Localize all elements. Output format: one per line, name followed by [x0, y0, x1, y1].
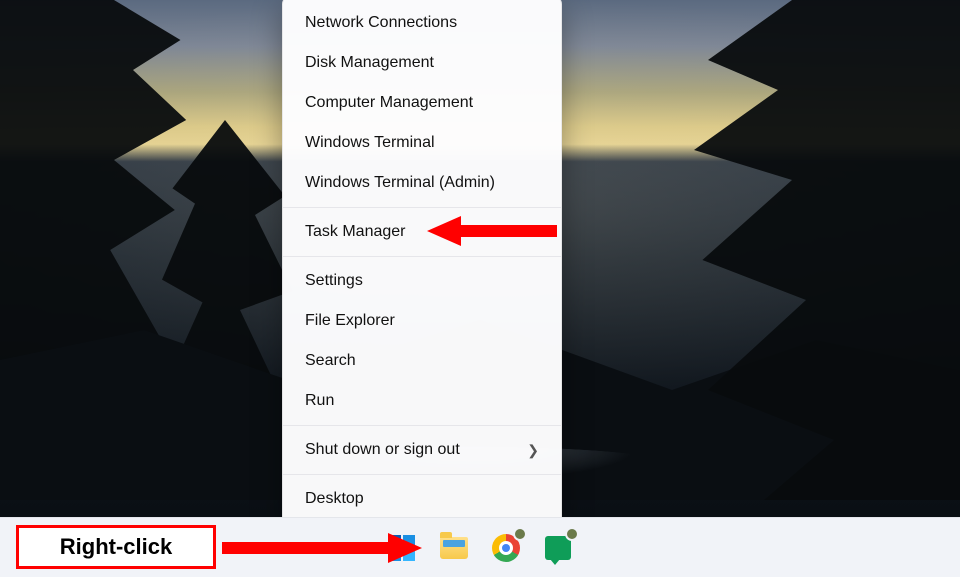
menu-item-desktop[interactable]: Desktop	[283, 479, 561, 519]
menu-item-disk-management[interactable]: Disk Management	[283, 43, 561, 83]
menu-item-shut-down-or-sign-out[interactable]: Shut down or sign out ❯	[283, 430, 561, 470]
annotation-text: Right-click	[60, 534, 172, 560]
annotation-arrow-task-manager	[425, 216, 557, 244]
menu-item-label: Disk Management	[305, 54, 434, 72]
menu-item-label: File Explorer	[305, 312, 395, 330]
menu-item-network-connections[interactable]: Network Connections	[283, 3, 561, 43]
chevron-right-icon: ❯	[527, 442, 539, 459]
menu-item-label: Windows Terminal (Admin)	[305, 174, 495, 192]
menu-item-run[interactable]: Run	[283, 381, 561, 421]
menu-item-label: Shut down or sign out	[305, 441, 460, 459]
taskbar-google-chat[interactable]	[541, 531, 575, 565]
profile-badge-icon	[513, 527, 527, 541]
annotation-arrow-start-button	[222, 533, 422, 563]
menu-item-label: Desktop	[305, 490, 364, 508]
taskbar-chrome[interactable]	[489, 531, 523, 565]
arrow-head-icon	[427, 216, 461, 246]
desktop: Network Connections Disk Management Comp…	[0, 0, 960, 577]
menu-item-label: Task Manager	[305, 223, 406, 241]
folder-icon	[440, 537, 468, 559]
taskbar-file-explorer[interactable]	[437, 531, 471, 565]
menu-separator	[283, 474, 561, 475]
menu-item-computer-management[interactable]: Computer Management	[283, 83, 561, 123]
start-context-menu: Network Connections Disk Management Comp…	[282, 0, 562, 526]
menu-item-label: Computer Management	[305, 94, 473, 112]
annotation-right-click-label: Right-click	[16, 525, 216, 569]
menu-item-label: Run	[305, 392, 334, 410]
menu-item-label: Network Connections	[305, 14, 457, 32]
menu-item-file-explorer[interactable]: File Explorer	[283, 301, 561, 341]
menu-item-settings[interactable]: Settings	[283, 261, 561, 301]
menu-item-search[interactable]: Search	[283, 341, 561, 381]
arrow-head-icon	[388, 533, 422, 563]
menu-separator	[283, 256, 561, 257]
menu-item-windows-terminal[interactable]: Windows Terminal	[283, 123, 561, 163]
menu-separator	[283, 425, 561, 426]
menu-item-windows-terminal-admin[interactable]: Windows Terminal (Admin)	[283, 163, 561, 203]
profile-badge-icon	[565, 527, 579, 541]
menu-item-label: Windows Terminal	[305, 134, 435, 152]
arrow-shaft	[457, 225, 557, 237]
menu-separator	[283, 207, 561, 208]
arrow-shaft	[222, 542, 388, 554]
menu-item-label: Search	[305, 352, 356, 370]
menu-item-label: Settings	[305, 272, 363, 290]
